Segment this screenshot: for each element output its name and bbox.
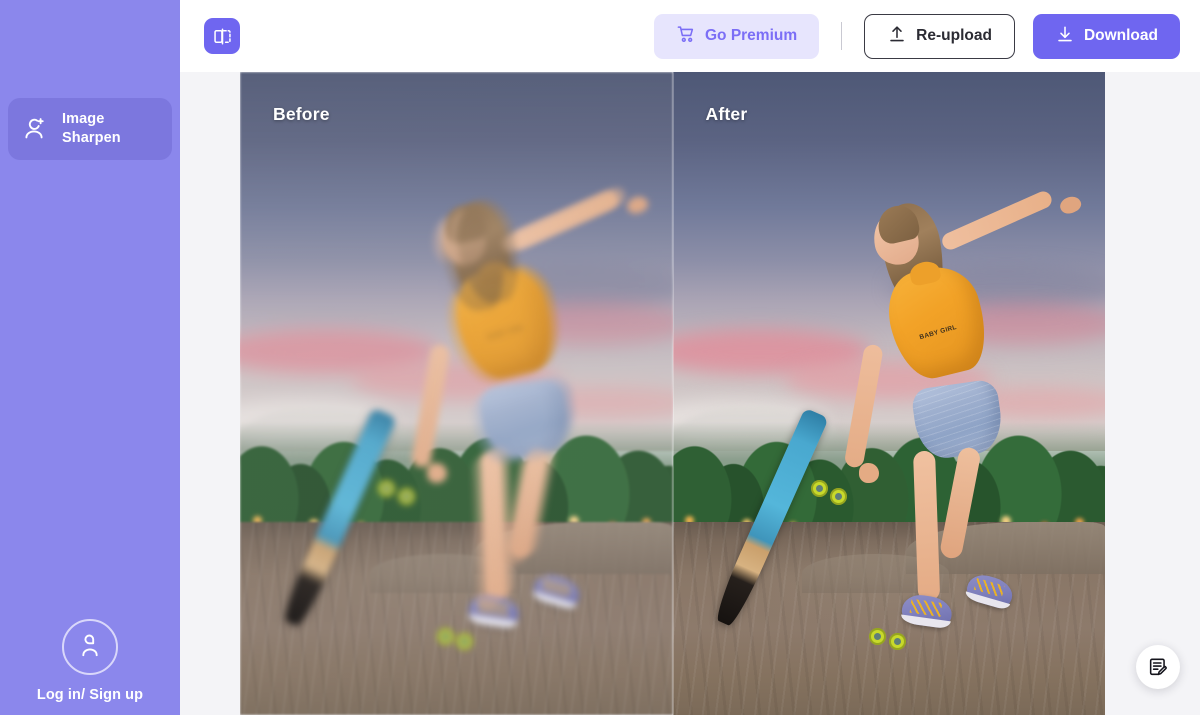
skateboard [711, 407, 830, 629]
front-leg [912, 450, 940, 602]
feedback-note-pencil-icon [1149, 658, 1167, 676]
shopping-cart-icon [676, 24, 696, 49]
user-plus-sharpen-icon [22, 115, 50, 143]
after-label: After [705, 104, 748, 124]
go-premium-label: Go Premium [704, 27, 798, 44]
feedback-button[interactable] [1136, 645, 1180, 689]
sidebar: Image Sharpen Log in/ Sign up [0, 0, 180, 715]
comparison-divider[interactable] [672, 72, 674, 715]
user-avatar-icon [62, 619, 118, 675]
sidebar-item-label: Image Sharpen [62, 111, 121, 146]
re-upload-button[interactable]: Re-upload [864, 13, 1015, 59]
download-button[interactable]: Download [1032, 13, 1180, 59]
skateboarder-figure-after: BABY GIRL [673, 72, 1106, 715]
after-image: BABY GIRL [672, 72, 1106, 715]
hand [1057, 193, 1084, 218]
before-label: Before [273, 104, 330, 124]
toolbar-actions: Go Premium Re-upload Download [653, 13, 1180, 59]
after-pane[interactable]: After BABY GIRL [672, 72, 1106, 715]
compare-view-toggle-button[interactable] [204, 18, 240, 54]
raised-arm [939, 188, 1055, 253]
image-canvas: Before After BABY GIRL [180, 72, 1200, 715]
download-label: Download [1083, 27, 1158, 44]
skateboard-wheel [888, 633, 906, 651]
before-after-comparison[interactable]: Before After BABY GIRL [240, 72, 1105, 715]
shoe [963, 570, 1016, 611]
shoe [899, 592, 954, 630]
compare-split-view-icon [213, 27, 231, 45]
upload-arrow-icon [887, 24, 907, 49]
lowered-arm [843, 343, 884, 470]
sidebar-item-image-sharpen[interactable]: Image Sharpen [8, 98, 172, 160]
main-area: Go Premium Re-upload Download Before Aft… [180, 0, 1200, 715]
download-arrow-icon [1055, 24, 1075, 49]
toolbar-divider [841, 22, 843, 50]
go-premium-button[interactable]: Go Premium [653, 13, 820, 59]
before-image: BABY GIRL [240, 72, 673, 715]
motion-ghost [240, 72, 668, 715]
skateboard-wheel [830, 488, 848, 506]
before-pane[interactable]: Before [240, 72, 673, 715]
top-toolbar: Go Premium Re-upload Download [180, 0, 1200, 72]
back-leg [938, 446, 982, 561]
skateboard-wheel [869, 628, 887, 646]
login-signup-label: Log in/ Sign up [36, 687, 144, 703]
app-root: Image Sharpen Log in/ Sign up Go Premium… [0, 0, 1200, 715]
re-upload-label: Re-upload [916, 27, 992, 44]
skateboard-wheel [810, 480, 828, 498]
denim-shorts [910, 378, 1006, 462]
hand [859, 462, 880, 483]
login-signup-button[interactable]: Log in/ Sign up [0, 619, 180, 703]
